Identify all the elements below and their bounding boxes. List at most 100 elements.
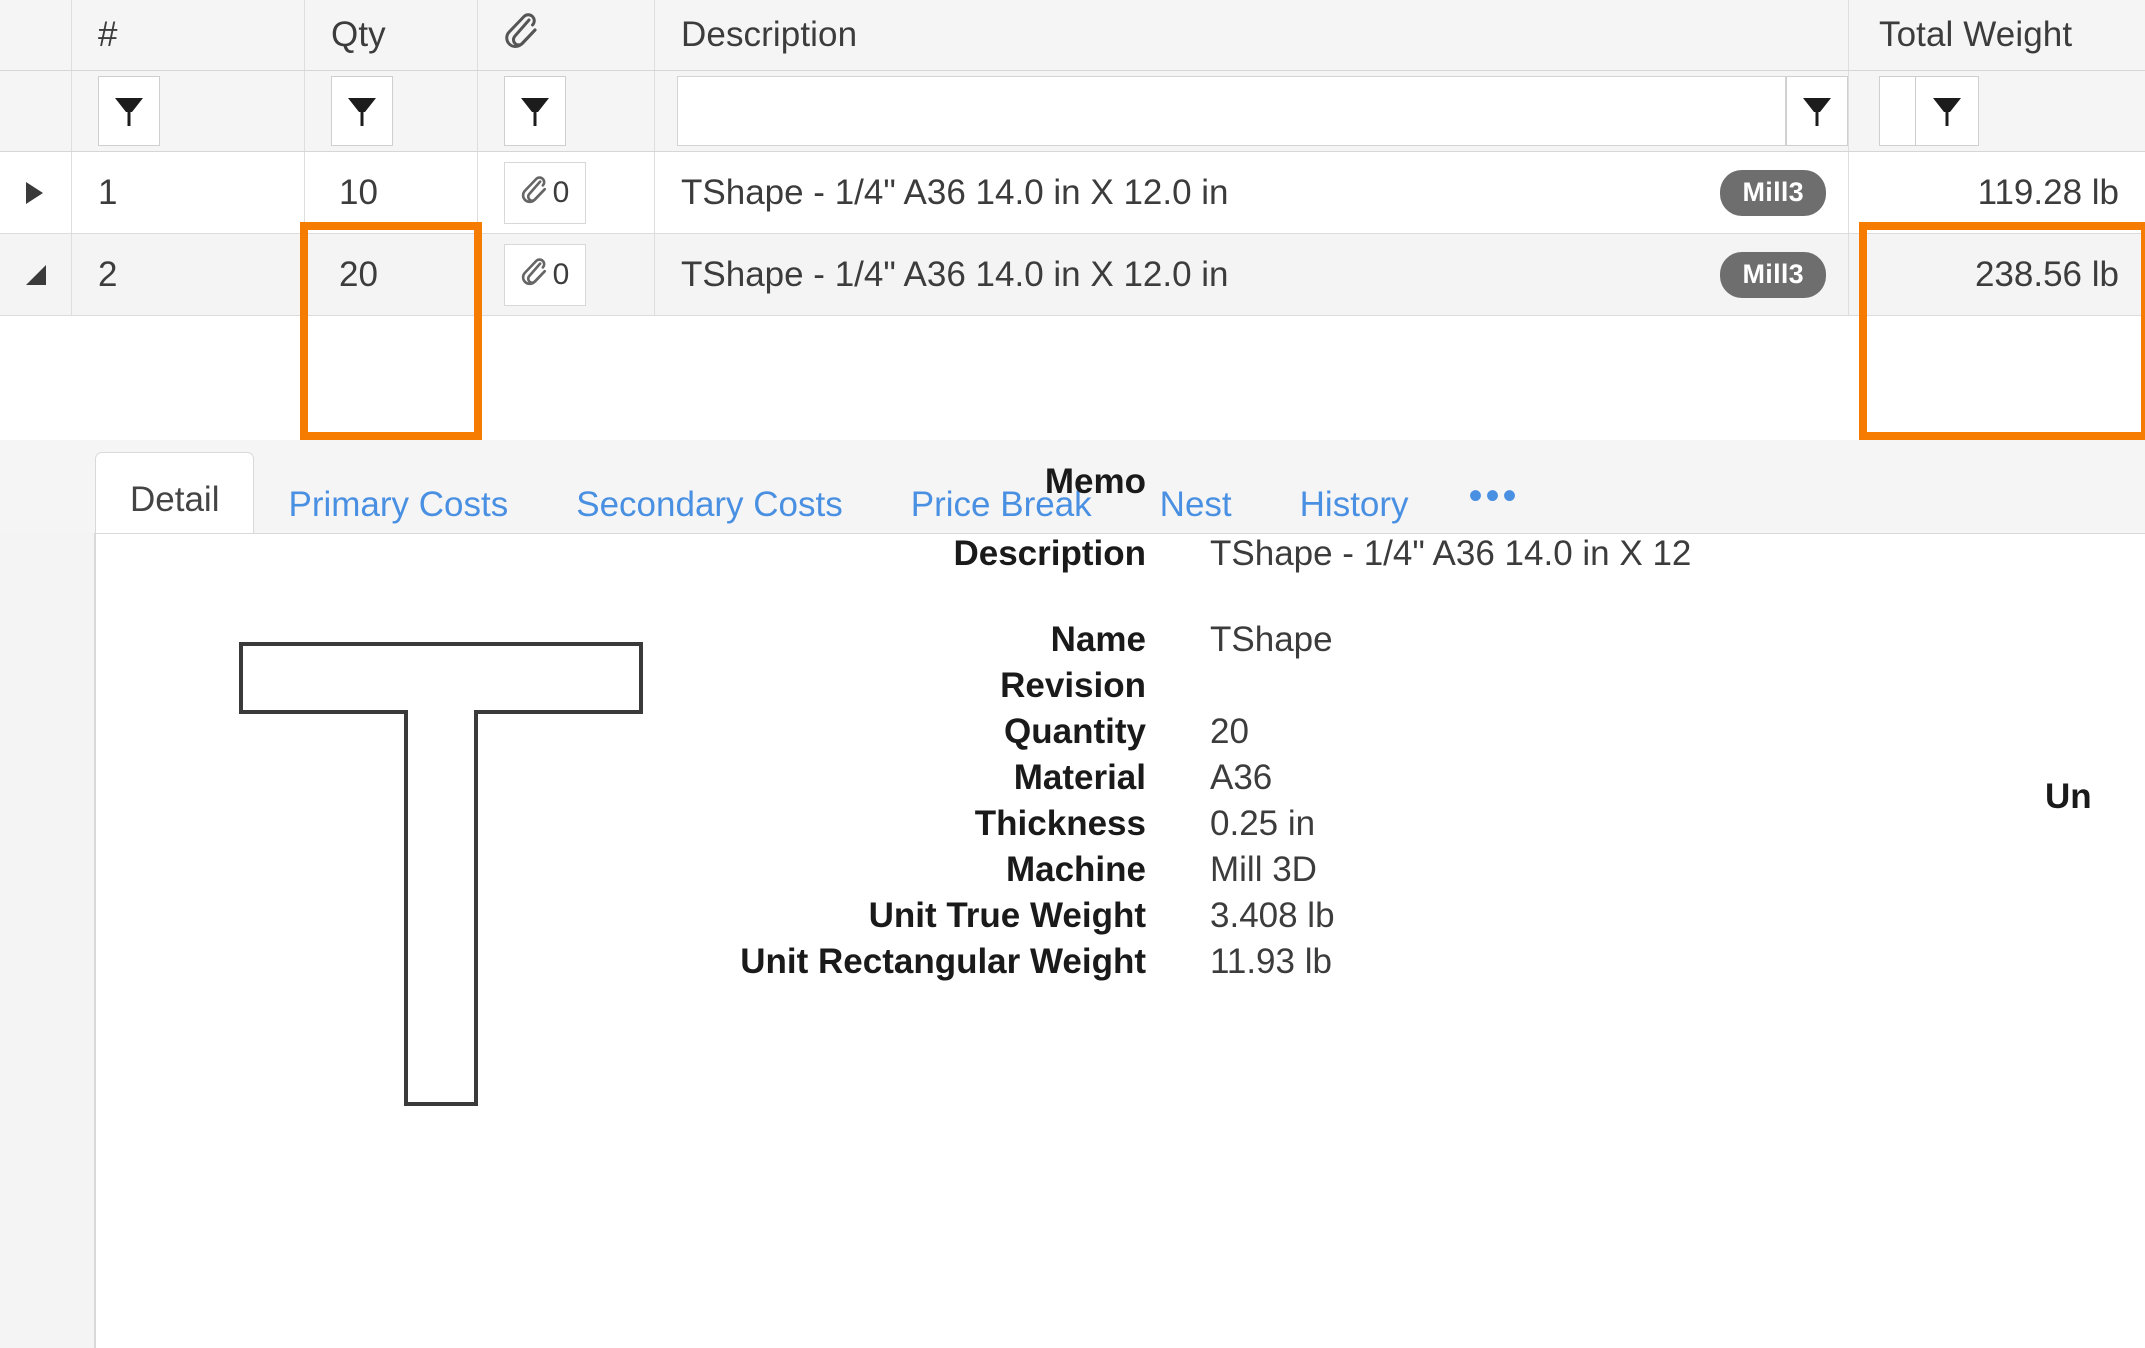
collapse-row-icon[interactable] [26, 264, 46, 285]
header-num-label: # [98, 15, 118, 54]
filter-button-attachments[interactable] [504, 76, 566, 146]
field-unit-rectangular-weight-value: 11.93 lb [1210, 942, 1332, 981]
row-description-value: TShape - 1/4" A36 14.0 in X 12.0 in [681, 172, 1229, 212]
funnel-icon [1803, 98, 1831, 126]
detail-panel-gutter [0, 533, 95, 1348]
row-qty-cell[interactable]: 10 [305, 152, 478, 233]
field-quantity-value: 20 [1210, 712, 1249, 751]
field-memo: Memo [656, 462, 2145, 508]
expand-row-icon[interactable] [26, 181, 43, 204]
t-shape-preview [239, 642, 643, 1106]
filter-attachments-cell [478, 71, 655, 151]
row-attachments-cell: 0 [478, 234, 655, 315]
filter-total-weight-cell [1849, 71, 2145, 151]
tab-detail[interactable]: Detail [95, 452, 255, 545]
header-attachments-cell[interactable] [478, 0, 655, 70]
row-num-value: 1 [98, 172, 118, 212]
row-expander-cell[interactable] [0, 152, 72, 233]
field-material-value: A36 [1210, 758, 1273, 797]
funnel-icon [348, 98, 376, 126]
filter-button-qty[interactable] [331, 76, 393, 146]
paperclip-icon [521, 174, 547, 211]
field-description-value: TShape - 1/4" A36 14.0 in X 12 [1210, 534, 1692, 573]
row-description-cell: TShape - 1/4" A36 14.0 in X 12.0 in Mill… [655, 234, 1849, 315]
header-qty-cell[interactable]: Qty [305, 0, 478, 70]
field-revision: Revision [656, 666, 2145, 712]
field-quantity-label: Quantity [1004, 712, 1146, 751]
table-row[interactable]: 2 20 0 TShape - 1/4" A36 14.0 in X 12.0 … [0, 234, 2145, 316]
attachment-count: 0 [552, 257, 570, 291]
field-unit-true-weight-label: Unit True Weight [868, 896, 1146, 935]
paperclip-icon [521, 256, 547, 293]
row-total-weight-value: 238.56 lb [1974, 254, 2119, 294]
field-unit-rectangular-weight: Unit Rectangular Weight 11.93 lb [656, 942, 2145, 988]
row-qty-value: 20 [339, 254, 378, 294]
attachment-count: 0 [552, 175, 570, 209]
grid-filter-row [0, 71, 2145, 152]
filter-qty-cell [305, 71, 478, 151]
field-name-label: Name [1050, 620, 1146, 659]
field-name: Name TShape [656, 620, 2145, 666]
row-num-cell: 2 [72, 234, 305, 315]
attachments-button[interactable]: 0 [504, 243, 586, 306]
total-weight-filter-combo[interactable] [1879, 76, 1979, 146]
row-qty-value: 10 [339, 172, 378, 212]
field-revision-label: Revision [1000, 666, 1146, 705]
detail-field-list: Memo Description TShape - 1/4" A36 14.0 … [656, 462, 2145, 988]
filter-description-cell [655, 71, 1849, 151]
grid-header-row: # Qty Description Total Weight [0, 0, 2145, 71]
total-weight-filter-input[interactable] [1880, 77, 1916, 145]
row-description-value: TShape - 1/4" A36 14.0 in X 12.0 in [681, 254, 1229, 294]
field-machine-value: Mill 3D [1210, 850, 1317, 889]
row-qty-cell[interactable]: 20 [305, 234, 478, 315]
header-qty-label: Qty [331, 15, 386, 54]
filter-button-description[interactable] [1786, 76, 1848, 146]
field-material-label: Material [1013, 758, 1146, 797]
funnel-icon [115, 98, 143, 126]
field-unit-true-weight: Unit True Weight 3.408 lb [656, 896, 2145, 942]
tabstrip-gutter [0, 440, 95, 545]
field-unit-true-weight-value: 3.408 lb [1210, 896, 1335, 935]
header-expander-cell [0, 0, 72, 70]
field-description-label: Description [953, 534, 1146, 573]
machine-badge: Mill3 [1720, 169, 1826, 216]
field-quantity: Quantity 20 [656, 712, 2145, 758]
detail-panel: Memo Description TShape - 1/4" A36 14.0 … [95, 462, 2145, 1348]
funnel-icon [521, 98, 549, 126]
header-description-cell[interactable]: Description [655, 0, 1849, 70]
header-total-weight-label: Total Weight [1879, 15, 2073, 54]
row-num-value: 2 [98, 254, 118, 294]
row-description-cell: TShape - 1/4" A36 14.0 in X 12.0 in Mill… [655, 152, 1849, 233]
filter-button-total-weight[interactable] [1916, 77, 1978, 145]
machine-badge: Mill3 [1720, 251, 1826, 298]
filter-expander-cell [0, 71, 72, 151]
row-total-weight-cell: 238.56 lb [1849, 234, 2145, 315]
row-attachments-cell: 0 [478, 152, 655, 233]
header-total-weight-cell[interactable]: Total Weight [1849, 0, 2145, 70]
filter-num-cell [72, 71, 305, 151]
row-total-weight-value: 119.28 lb [1977, 172, 2119, 212]
parts-grid: # Qty Description Total Weight 1 10 0 TS… [0, 0, 2145, 316]
row-total-weight-cell: 119.28 lb [1849, 152, 2145, 233]
field-machine: Machine Mill 3D [656, 850, 2145, 896]
clipped-right-column-label: Un [2045, 777, 2092, 816]
paperclip-icon [478, 11, 538, 60]
attachments-button[interactable]: 0 [504, 161, 586, 224]
field-thickness: Thickness 0.25 in [656, 804, 2145, 850]
filter-button-num[interactable] [98, 76, 160, 146]
header-description-label: Description [681, 15, 858, 54]
field-name-value: TShape [1210, 620, 1333, 659]
field-thickness-value: 0.25 in [1210, 804, 1316, 843]
funnel-icon [1933, 98, 1961, 126]
field-description: Description TShape - 1/4" A36 14.0 in X … [656, 534, 2145, 580]
field-memo-label: Memo [1044, 462, 1146, 501]
field-thickness-label: Thickness [974, 804, 1146, 843]
row-expander-cell[interactable] [0, 234, 72, 315]
header-num-cell[interactable]: # [72, 0, 305, 70]
field-machine-label: Machine [1005, 850, 1146, 889]
row-num-cell: 1 [72, 152, 305, 233]
field-unit-rectangular-weight-label: Unit Rectangular Weight [740, 942, 1146, 981]
description-filter-input[interactable] [677, 76, 1786, 146]
field-material: Material A36 [656, 758, 2145, 804]
table-row[interactable]: 1 10 0 TShape - 1/4" A36 14.0 in X 12.0 … [0, 152, 2145, 234]
